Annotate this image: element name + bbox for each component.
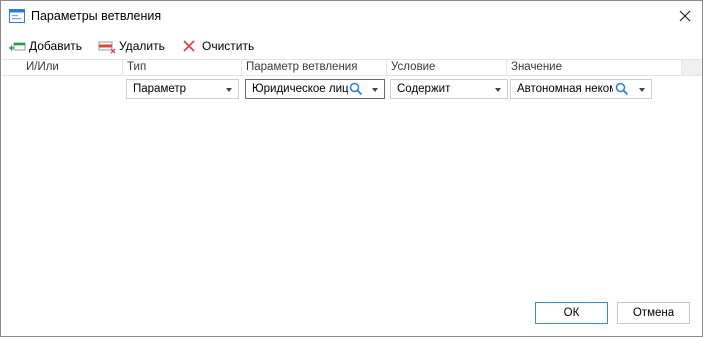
- clear-button[interactable]: Очистить: [181, 36, 254, 56]
- title-bar[interactable]: Параметры ветвления: [1, 1, 702, 31]
- condition-combo[interactable]: Содержит: [390, 79, 508, 99]
- toolbar: Добавить Удалить Очистить: [1, 35, 702, 57]
- ok-button[interactable]: ОК: [535, 302, 608, 324]
- value-value: Автономная некоммерческая: [517, 83, 613, 95]
- add-button-label: Добавить: [29, 39, 83, 53]
- condition-value: Содержит: [397, 83, 451, 95]
- clear-button-label: Очистить: [202, 39, 255, 53]
- search-icon[interactable]: [349, 82, 363, 96]
- delete-button-label: Удалить: [119, 39, 165, 53]
- column-header-condition[interactable]: Условие: [387, 60, 507, 75]
- column-header-value[interactable]: Значение: [507, 60, 682, 75]
- dialog-window: Параметры ветвления Добавить Удалить Очи…: [0, 0, 703, 337]
- header-scroll-spacer: [682, 60, 702, 75]
- parameter-combo[interactable]: Юридическое лицо: [245, 79, 385, 99]
- grid-header: И/Или Тип Параметр ветвления Условие Зна…: [2, 59, 702, 76]
- delete-row-icon: [98, 41, 116, 54]
- add-button[interactable]: Добавить: [8, 36, 82, 56]
- type-value: Параметр: [133, 83, 187, 95]
- parameter-value: Юридическое лицо: [252, 83, 348, 95]
- chevron-down-icon[interactable]: [495, 88, 501, 92]
- chevron-down-icon[interactable]: [226, 88, 232, 92]
- column-header-type[interactable]: Тип: [123, 60, 242, 75]
- window-title: Параметры ветвления: [31, 9, 162, 23]
- chevron-down-icon[interactable]: [372, 88, 378, 92]
- window-icon: [9, 9, 25, 23]
- column-header-and-or[interactable]: И/Или: [22, 60, 123, 75]
- type-combo[interactable]: Параметр: [126, 79, 239, 99]
- column-header-parameter[interactable]: Параметр ветвления: [242, 60, 387, 75]
- cancel-button[interactable]: Отмена: [617, 302, 690, 324]
- add-row-icon: [9, 42, 26, 51]
- value-combo[interactable]: Автономная некоммерческая: [510, 79, 652, 99]
- close-icon[interactable]: [674, 6, 696, 26]
- search-icon[interactable]: [615, 82, 629, 96]
- chevron-down-icon[interactable]: [639, 88, 645, 92]
- clear-x-icon: [183, 40, 195, 52]
- delete-button[interactable]: Удалить: [98, 36, 165, 56]
